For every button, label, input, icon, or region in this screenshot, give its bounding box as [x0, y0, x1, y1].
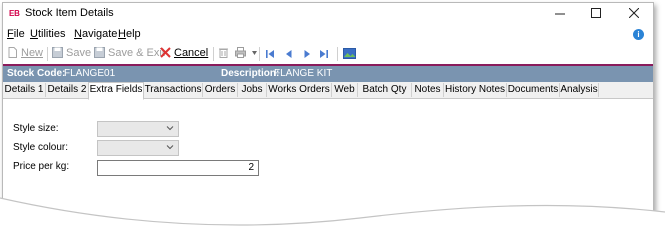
torn-edge-decoration: [0, 197, 665, 242]
